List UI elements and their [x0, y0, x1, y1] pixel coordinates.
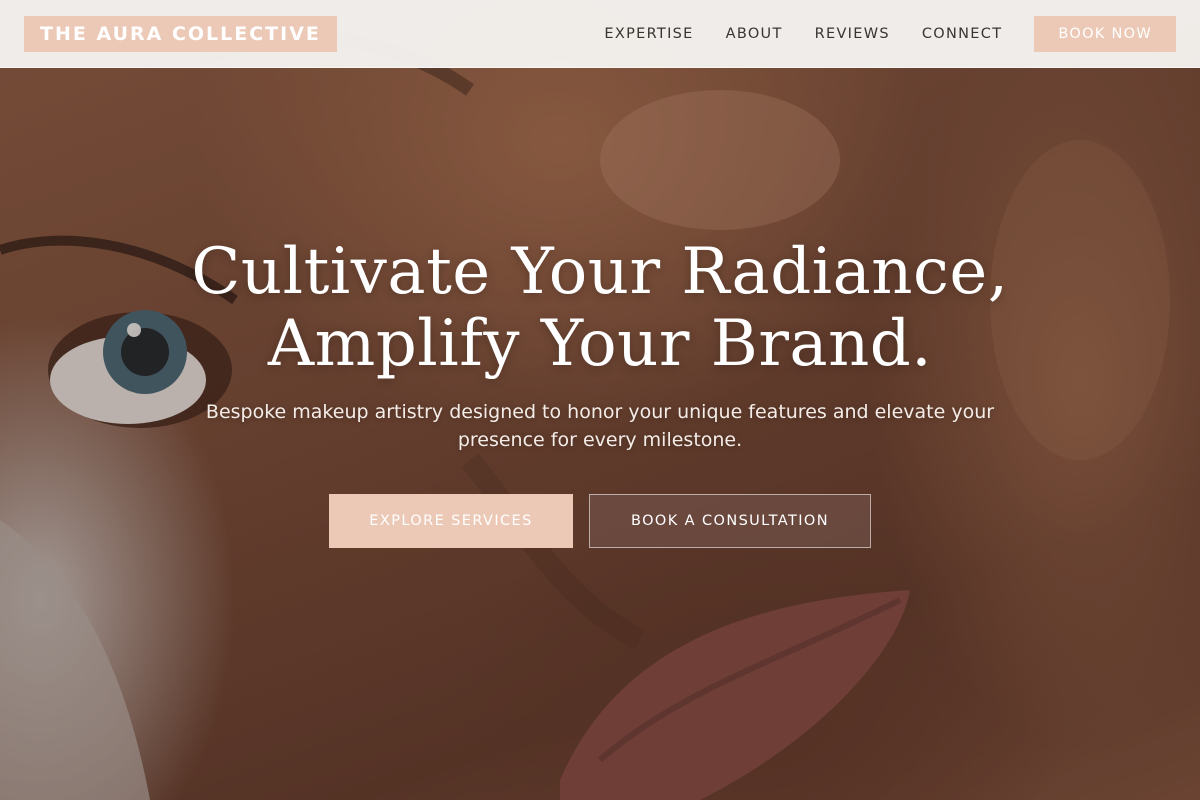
nav-link-connect[interactable]: CONNECT: [922, 26, 1002, 42]
nav-link-about[interactable]: ABOUT: [726, 26, 783, 42]
hero-title-line-2: Amplify Your Brand.: [267, 307, 933, 381]
book-now-button[interactable]: BOOK NOW: [1034, 16, 1176, 52]
main-nav: EXPERTISE ABOUT REVIEWS CONNECT BOOK NOW: [604, 16, 1176, 52]
landing-page: THE AURA COLLECTIVE EXPERTISE ABOUT REVI…: [0, 0, 1200, 800]
hero-title-line-1: Cultivate Your Radiance,: [191, 235, 1009, 309]
hero-subtitle: Bespoke makeup artistry designed to hono…: [205, 401, 995, 451]
hero-title: Cultivate Your Radiance, Amplify Your Br…: [0, 236, 1200, 380]
site-header: THE AURA COLLECTIVE EXPERTISE ABOUT REVI…: [0, 0, 1200, 68]
site-logo[interactable]: THE AURA COLLECTIVE: [24, 16, 337, 52]
book-consultation-button[interactable]: BOOK A CONSULTATION: [589, 494, 871, 548]
nav-link-expertise[interactable]: EXPERTISE: [604, 26, 693, 42]
hero-actions: EXPLORE SERVICES BOOK A CONSULTATION: [0, 494, 1200, 548]
hero-section: Cultivate Your Radiance, Amplify Your Br…: [0, 236, 1200, 548]
explore-services-button[interactable]: EXPLORE SERVICES: [329, 494, 573, 548]
nav-link-reviews[interactable]: REVIEWS: [815, 26, 890, 42]
